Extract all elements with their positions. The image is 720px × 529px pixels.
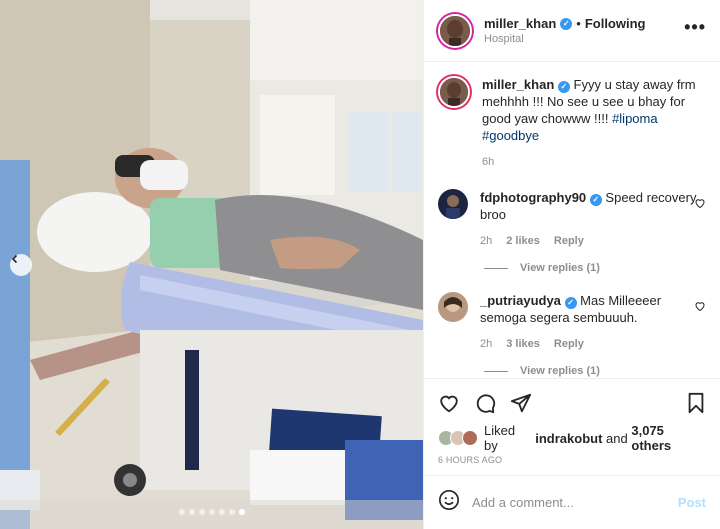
post-location[interactable]: Hospital (484, 33, 645, 45)
header-separator: • (576, 16, 581, 31)
carousel-prev-button[interactable] (10, 254, 32, 276)
verified-badge-icon: ✓ (557, 80, 570, 93)
comment-bubble-icon[interactable] (474, 392, 496, 414)
likes-middle: and (606, 430, 628, 446)
view-replies-label: View replies (1) (520, 365, 600, 377)
like-heart-icon[interactable] (438, 392, 460, 414)
post-header: miller_khan ✓ • Following Hospital ••• (424, 0, 720, 62)
carousel-dot (218, 509, 225, 515)
comment-username[interactable]: _putriayudya (480, 293, 561, 308)
emoji-icon[interactable] (438, 489, 460, 516)
post-sidebar: miller_khan ✓ • Following Hospital ••• m… (423, 0, 720, 529)
more-options-icon[interactable]: ••• (684, 18, 706, 36)
likes-user[interactable]: indrakobut (535, 431, 602, 446)
author-username[interactable]: miller_khan (484, 16, 556, 31)
reply-button[interactable]: Reply (554, 233, 584, 250)
add-comment-bar: Post (424, 475, 720, 529)
post-comment-button[interactable]: Post (678, 495, 706, 510)
verified-badge-icon: ✓ (564, 296, 577, 309)
caption-time[interactable]: 6h (482, 154, 494, 171)
action-bar (424, 379, 720, 427)
commenter-avatar[interactable] (438, 189, 468, 219)
comments-section[interactable]: miller_khan ✓ Fyyy u stay away frm mehhh… (424, 62, 720, 379)
carousel-dot (208, 509, 215, 515)
caption-avatar[interactable] (438, 76, 470, 108)
comment-likes[interactable]: 3 likes (506, 336, 540, 353)
post-timestamp[interactable]: 6 HOURS AGO (424, 449, 720, 475)
liker-avatars[interactable] (438, 430, 478, 446)
post-photo[interactable] (0, 0, 423, 529)
view-replies-button[interactable]: View replies (1) (484, 262, 706, 274)
following-button[interactable]: Following (585, 16, 646, 31)
like-comment-heart-icon[interactable] (694, 300, 706, 312)
caption-username[interactable]: miller_khan (482, 77, 554, 92)
comment-likes[interactable]: 2 likes (506, 233, 540, 250)
instagram-post: miller_khan ✓ • Following Hospital ••• m… (0, 0, 720, 529)
carousel-dot (178, 509, 185, 515)
carousel-dot (238, 509, 245, 515)
chevron-left-icon (11, 254, 18, 264)
replies-divider (484, 370, 508, 372)
caption: miller_khan ✓ Fyyy u stay away frm mehhh… (438, 76, 706, 171)
share-paper-plane-icon[interactable] (510, 392, 532, 414)
verified-badge-icon: ✓ (589, 193, 602, 206)
save-bookmark-icon[interactable] (686, 392, 706, 414)
add-comment-input[interactable] (472, 495, 678, 510)
carousel-dot (198, 509, 205, 515)
carousel-dots (0, 509, 423, 515)
carousel-dot (188, 509, 195, 515)
replies-divider (484, 267, 508, 269)
commenter-avatar[interactable] (438, 292, 468, 322)
author-avatar[interactable] (438, 13, 472, 48)
comment-time[interactable]: 2h (480, 336, 492, 353)
like-comment-heart-icon[interactable] (694, 197, 706, 209)
verified-badge-icon: ✓ (560, 17, 573, 30)
likes-summary: Liked by indrakobut and 3,075 others (424, 423, 720, 453)
comment-username[interactable]: fdphotography90 (480, 190, 586, 205)
view-replies-button[interactable]: View replies (1) (484, 365, 706, 377)
comment-item: _putriayudya ✓ Mas Milleeeer semoga sege… (438, 292, 706, 353)
comment-time[interactable]: 2h (480, 233, 492, 250)
comment-item: fdphotography90 ✓ Speed recovery broo 2h… (438, 189, 706, 250)
carousel-dot (228, 509, 235, 515)
reply-button[interactable]: Reply (554, 336, 584, 353)
photo-illustration (0, 0, 423, 529)
view-replies-label: View replies (1) (520, 262, 600, 274)
